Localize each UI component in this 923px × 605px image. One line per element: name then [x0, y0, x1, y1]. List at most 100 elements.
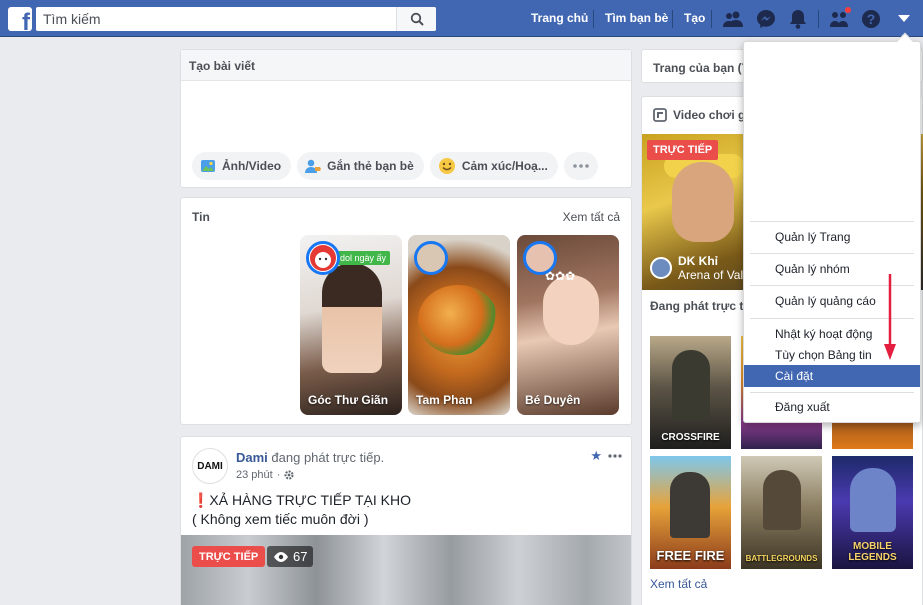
search-button[interactable]: [396, 7, 436, 31]
gaming-video-title: Video chơi g: [673, 108, 746, 122]
tag-friends-label: Gắn thẻ bạn bè: [327, 159, 414, 173]
story-name: Bé Duyên: [525, 393, 581, 407]
messenger-icon: [757, 10, 775, 28]
nav-create-link[interactable]: Tạo: [684, 11, 705, 25]
smiley-icon: [438, 158, 455, 174]
account-menu-button[interactable]: [893, 8, 915, 30]
streamer-avatar: [650, 257, 672, 279]
nav-home-link[interactable]: Trang chủ: [531, 11, 588, 25]
dropdown-caret-icon: [898, 15, 910, 22]
composer-actions: Ảnh/Video Gắn thẻ bạn bè Cảm xúc/Hoạ...: [192, 152, 598, 180]
gaming-video-icon: [653, 108, 667, 122]
help-button[interactable]: ?: [860, 8, 882, 30]
story-tag: dol ngày ấy: [336, 251, 391, 265]
menu-divider: [750, 392, 914, 393]
menu-item-settings[interactable]: Cài đặt: [744, 365, 920, 387]
live-badge: TRỰC TIẾP: [647, 140, 719, 160]
notifications-button[interactable]: [787, 8, 809, 30]
live-badge: TRỰC TIẾP: [192, 546, 266, 567]
game-title: CROSSFIRE: [661, 432, 720, 443]
streamer-info: DK Khỉ Arena of Valo: [650, 254, 750, 282]
games-see-all-link[interactable]: Xem tất cả: [650, 577, 707, 591]
nav-divider: [711, 10, 712, 28]
game-title: BATTLEGROUNDS: [745, 554, 818, 563]
story-avatar: [523, 241, 557, 275]
eye-icon: [274, 551, 288, 562]
post-text-line: ❗XẢ HÀNG TRỰC TIẾP TẠI KHO: [192, 492, 411, 508]
svg-text:?: ?: [867, 11, 876, 27]
search-icon: [410, 12, 424, 26]
more-dots-icon: [573, 164, 589, 168]
facebook-logo[interactable]: f: [8, 7, 32, 31]
menu-item-log-out[interactable]: Đăng xuất: [744, 396, 920, 418]
gaming-video-header: Video chơi g: [653, 108, 745, 122]
search-input[interactable]: [36, 7, 386, 31]
story-photo: [322, 263, 382, 373]
author-name-link[interactable]: Dami: [236, 450, 268, 465]
tag-friends-button[interactable]: Gắn thẻ bạn bè: [297, 152, 424, 180]
viewer-count: 67: [267, 546, 314, 567]
story-card[interactable]: ✿✿✿ Bé Duyên: [517, 235, 619, 415]
game-tile-mobile-legends[interactable]: MOBILE LEGENDS: [832, 456, 913, 569]
story-name: Tam Phan: [416, 393, 473, 407]
feeling-activity-button[interactable]: Cảm xúc/Hoạ...: [429, 152, 558, 180]
game-art: [850, 468, 896, 532]
stories-title: Tin: [192, 210, 210, 224]
photo-video-label: Ảnh/Video: [222, 159, 282, 173]
photo-video-button[interactable]: Ảnh/Video: [192, 152, 292, 180]
stories-see-all-link[interactable]: Xem tất cả: [563, 210, 620, 224]
game-art: [670, 472, 710, 538]
create-post-title: Tạo bài viết: [181, 50, 631, 81]
story-photo: [543, 275, 599, 345]
friend-requests-button[interactable]: [722, 8, 744, 30]
friends-icon: [723, 11, 743, 27]
game-tile-crossfire[interactable]: CROSSFIRE: [650, 336, 731, 449]
public-gear-icon: [284, 470, 294, 480]
game-title: FREE FIRE: [656, 548, 725, 563]
story-photo: [418, 285, 498, 355]
live-video-player[interactable]: TRỰC TIẾP 67: [181, 535, 631, 605]
post-text: ❗XẢ HÀNG TRỰC TIẾP TẠI KHO ( Không xem t…: [192, 491, 411, 529]
stories-card: Tin Xem tất cả dol ngày ấy Góc Thư Giãn …: [180, 197, 632, 425]
santa-avatar-icon: [310, 245, 336, 271]
game-tile-free-fire[interactable]: FREE FIRE: [650, 456, 731, 569]
post-options: ★: [590, 448, 622, 464]
your-pages-title[interactable]: Trang của bạn (7: [653, 61, 748, 75]
story-card[interactable]: Tam Phan: [408, 235, 510, 415]
post-text-line: ( Không xem tiếc muôn đời ): [192, 511, 369, 527]
account-dropdown-menu: Quản lý Trang Quản lý nhóm Quản lý quảng…: [743, 32, 921, 423]
notification-dot: [844, 6, 852, 14]
author-avatar[interactable]: DAMI: [192, 448, 228, 484]
nav-divider: [593, 10, 594, 28]
streamer-name: DK Khỉ: [678, 254, 718, 268]
more-options-button[interactable]: [563, 152, 598, 180]
game-tile-pubg[interactable]: BATTLEGROUNDS: [741, 456, 822, 569]
bell-icon: [790, 10, 806, 29]
top-navigation-bar: f Trang chủ Tìm bạn bè Tạo ?: [0, 0, 923, 37]
star-icon[interactable]: ★: [590, 448, 602, 464]
game-art: [672, 350, 710, 420]
nav-find-friends-link[interactable]: Tìm bạn bè: [605, 11, 668, 25]
pages-button[interactable]: [828, 6, 852, 30]
post-timestamp[interactable]: 23 phút: [236, 469, 273, 481]
game-art: [763, 470, 801, 530]
nav-divider: [818, 10, 819, 28]
help-icon: ?: [862, 10, 880, 28]
red-arrow-annotation: [884, 274, 896, 360]
post-text-area[interactable]: [181, 81, 631, 145]
story-card[interactable]: dol ngày ấy Góc Thư Giãn: [300, 235, 402, 415]
dot-separator: ·: [276, 469, 281, 481]
post-meta: 23 phút ·: [236, 469, 294, 481]
post-menu-icon[interactable]: [608, 454, 622, 458]
post-action-text: đang phát trực tiếp.: [267, 450, 385, 465]
streamer-photo: [672, 162, 734, 242]
messenger-button[interactable]: [755, 8, 777, 30]
menu-item-manage-pages[interactable]: Quản lý Trang: [744, 226, 920, 248]
feeling-activity-label: Cảm xúc/Hoạ...: [461, 159, 548, 173]
story-name: Góc Thư Giãn: [308, 393, 389, 407]
streamer-game: Arena of Valo: [678, 268, 750, 282]
search-box: [36, 7, 436, 31]
menu-divider: [750, 221, 914, 222]
create-post-card: Tạo bài viết Ảnh/Video Gắn thẻ bạn bè Cả…: [180, 49, 632, 188]
game-title: MOBILE LEGENDS: [848, 541, 897, 563]
